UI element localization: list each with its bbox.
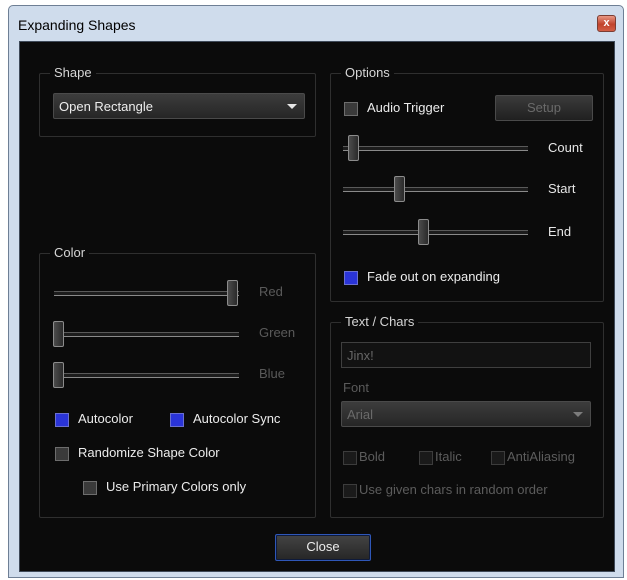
fade-out-checkbox[interactable] [344, 271, 358, 285]
options-group-legend: Options [341, 65, 394, 80]
end-slider-thumb[interactable] [418, 219, 429, 245]
dialog-window: Expanding Shapes x Shape Open Rectangle … [8, 5, 624, 578]
text-chars-value: Jinx! [347, 348, 374, 363]
options-group: Options Audio Trigger Setup Count Start … [330, 65, 604, 302]
autocolor-checkbox[interactable] [55, 413, 69, 427]
shape-group-legend: Shape [50, 65, 96, 80]
setup-button[interactable]: Setup [495, 95, 593, 121]
blue-slider-track[interactable] [54, 373, 239, 378]
shape-dropdown-value: Open Rectangle [59, 99, 153, 114]
dialog-client: Shape Open Rectangle Color Red Green Blu… [19, 41, 615, 572]
text-chars-group: Text / Chars Jinx! Font Arial Bold Itali… [330, 314, 604, 518]
primary-colors-only-checkbox[interactable] [83, 481, 97, 495]
autocolor-sync-checkbox[interactable] [170, 413, 184, 427]
shape-group: Shape Open Rectangle [39, 65, 316, 137]
end-slider-track[interactable] [343, 230, 528, 235]
chevron-down-icon [287, 104, 297, 109]
start-slider-label: Start [548, 181, 576, 196]
antialiasing-label[interactable]: AntiAliasing [507, 449, 575, 464]
randomize-shape-color-label[interactable]: Randomize Shape Color [78, 445, 220, 460]
italic-checkbox[interactable] [419, 451, 433, 465]
audio-trigger-label[interactable]: Audio Trigger [367, 100, 444, 115]
primary-colors-only-label[interactable]: Use Primary Colors only [106, 479, 246, 494]
start-slider-thumb[interactable] [394, 176, 405, 202]
color-group: Color Red Green Blue Autocolor Autocolor… [39, 245, 316, 518]
color-group-legend: Color [50, 245, 90, 260]
font-dropdown-value: Arial [347, 407, 374, 422]
red-slider-label: Red [259, 284, 283, 299]
font-label: Font [343, 380, 370, 395]
random-order-checkbox[interactable] [343, 484, 357, 498]
close-button[interactable]: Close [275, 534, 371, 561]
font-dropdown[interactable]: Arial [341, 401, 591, 427]
count-slider-track[interactable] [343, 146, 528, 151]
title-bar[interactable]: Expanding Shapes x [9, 6, 623, 40]
end-slider-label: End [548, 224, 572, 239]
autocolor-label[interactable]: Autocolor [78, 411, 133, 426]
blue-slider-label: Blue [259, 366, 286, 381]
text-chars-input[interactable]: Jinx! [341, 342, 591, 368]
window-close-button[interactable]: x [597, 15, 616, 32]
text-chars-group-legend: Text / Chars [341, 314, 419, 329]
red-slider-thumb[interactable] [227, 280, 238, 306]
italic-label[interactable]: Italic [435, 449, 462, 464]
count-slider-label: Count [548, 140, 583, 155]
random-order-label[interactable]: Use given chars in random order [359, 482, 548, 497]
bold-checkbox[interactable] [343, 451, 357, 465]
red-slider-track[interactable] [54, 291, 239, 296]
window-title: Expanding Shapes [18, 17, 136, 33]
bold-label[interactable]: Bold [359, 449, 385, 464]
fade-out-label[interactable]: Fade out on expanding [367, 269, 500, 284]
blue-slider-thumb[interactable] [53, 362, 64, 388]
randomize-shape-color-checkbox[interactable] [55, 447, 69, 461]
chevron-down-icon [573, 412, 583, 417]
close-icon: x [603, 17, 610, 29]
green-slider-thumb[interactable] [53, 321, 64, 347]
green-slider-label: Green [259, 325, 296, 340]
shape-dropdown[interactable]: Open Rectangle [53, 93, 305, 119]
antialiasing-checkbox[interactable] [491, 451, 505, 465]
audio-trigger-checkbox[interactable] [344, 102, 358, 116]
count-slider-thumb[interactable] [348, 135, 359, 161]
green-slider-track[interactable] [54, 332, 239, 337]
autocolor-sync-label[interactable]: Autocolor Sync [193, 411, 280, 426]
start-slider-track[interactable] [343, 187, 528, 192]
